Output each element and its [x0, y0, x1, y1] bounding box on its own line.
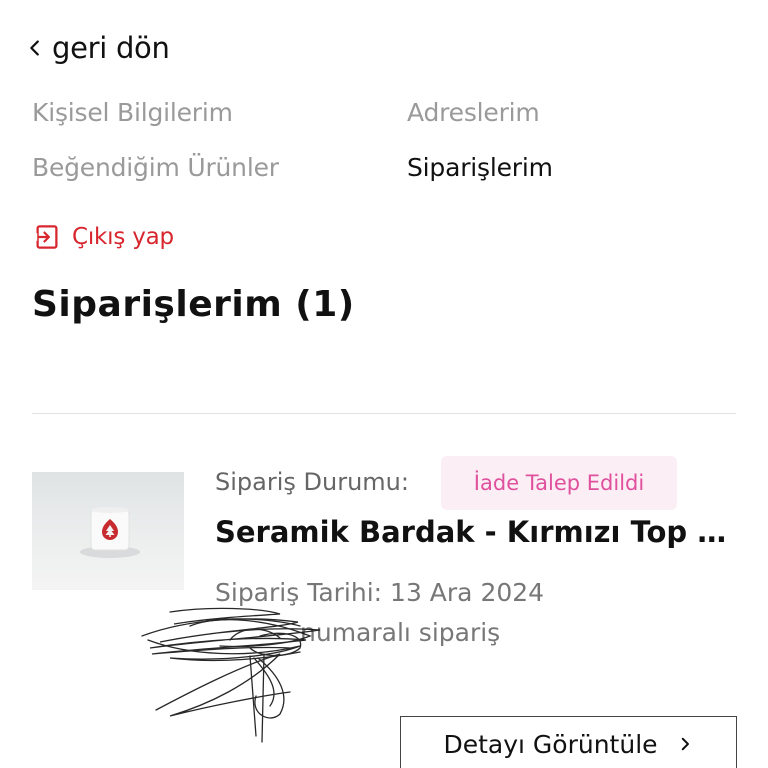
chevron-right-icon [681, 737, 689, 751]
order-number: numaralı sipariş [300, 618, 501, 647]
product-image[interactable] [32, 472, 184, 590]
menu-item-addresses[interactable]: Adreslerim [407, 98, 540, 127]
logout-label: Çıkış yap [72, 224, 174, 250]
menu-item-liked-products[interactable]: Beğendiğim Ürünler [32, 153, 279, 182]
menu-item-orders[interactable]: Siparişlerim [407, 153, 553, 182]
back-button[interactable]: geri dön [24, 28, 170, 68]
order-status-label: Sipariş Durumu: [215, 468, 409, 496]
chevron-left-icon [30, 40, 39, 56]
page-title: Siparişlerim (1) [32, 284, 355, 325]
menu-item-personal-info[interactable]: Kişisel Bilgilerim [32, 98, 233, 127]
order-date: Sipariş Tarihi: 13 Ara 2024 [215, 578, 545, 607]
view-details-label: Detayı Görüntüle [443, 729, 658, 759]
product-name[interactable]: Seramik Bardak - Kırmızı Top Ağaç [215, 515, 735, 549]
view-details-button[interactable]: Detayı Görüntüle [400, 716, 737, 768]
logout-icon [33, 225, 58, 249]
order-status-badge: İade Talep Edildi [441, 456, 677, 510]
logout-button[interactable]: Çıkış yap [32, 222, 174, 252]
back-label: geri dön [52, 31, 170, 65]
section-divider [32, 413, 736, 414]
